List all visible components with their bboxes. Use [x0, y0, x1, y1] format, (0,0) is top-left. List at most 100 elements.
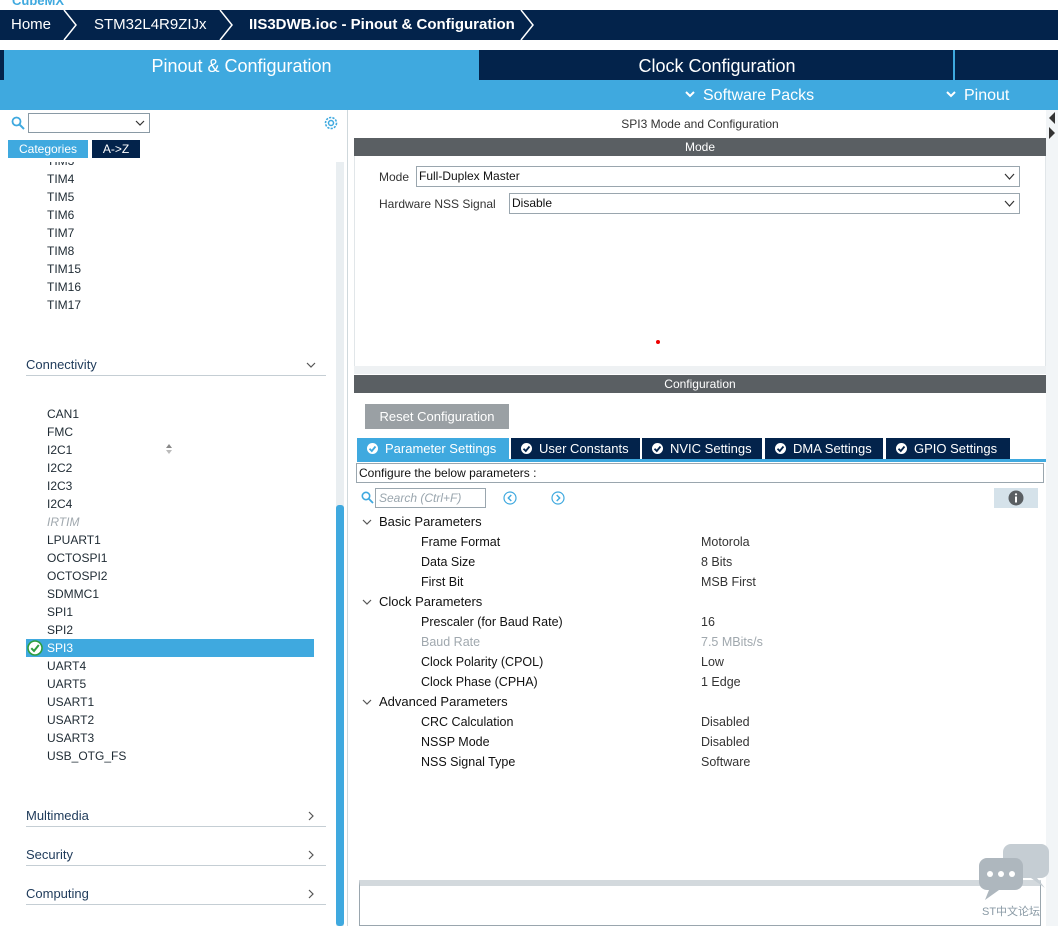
parameter-tree: Basic Parameters Frame Format Motorola D… [354, 512, 1046, 812]
tree-item-tim7[interactable]: TIM7 [47, 224, 74, 242]
tab-a-to-z[interactable]: A->Z [92, 140, 140, 158]
tree-item-sdmmc1[interactable]: SDMMC1 [47, 585, 99, 603]
group-connectivity[interactable]: Connectivity [26, 354, 326, 376]
chevron-down-icon[interactable] [362, 517, 372, 527]
param-name: NSSP Mode [421, 735, 490, 749]
check-circle-icon [521, 443, 532, 454]
chevron-down-icon [306, 362, 316, 368]
mode-area: Mode Full-Duplex Master Hardware NSS Sig… [354, 156, 1046, 366]
tab-gpio-settings[interactable]: GPIO Settings [886, 438, 1010, 459]
breadcrumb-mcu[interactable]: STM32L4R9ZIJx [94, 10, 207, 40]
param-name: NSS Signal Type [421, 755, 516, 769]
tree-scrollbar-thumb[interactable] [336, 505, 344, 926]
tree-item-fmc[interactable]: FMC [47, 423, 73, 441]
param-group-advanced[interactable]: Advanced Parameters [379, 692, 508, 712]
param-group-clock[interactable]: Clock Parameters [379, 592, 482, 612]
breadcrumb-project[interactable]: IIS3DWB.ioc - Pinout & Configuration [249, 10, 515, 40]
tab-dma-settings[interactable]: DMA Settings [765, 438, 883, 459]
param-value[interactable]: 16 [701, 612, 715, 632]
description-box [359, 880, 1041, 926]
param-value[interactable]: Software [701, 752, 750, 772]
param-value[interactable]: MSB First [701, 572, 756, 592]
next-match-icon[interactable] [551, 491, 565, 505]
chevron-left-icon[interactable] [1048, 112, 1056, 124]
tree-item-tim16[interactable]: TIM16 [47, 278, 81, 296]
chevron-down-icon [1004, 200, 1015, 207]
tree-item-tim17[interactable]: TIM17 [47, 296, 81, 314]
tab-user-constants[interactable]: User Constants [511, 438, 640, 459]
group-multimedia[interactable]: Multimedia [26, 805, 326, 827]
tree-item-usart3[interactable]: USART3 [47, 729, 94, 747]
group-computing[interactable]: Computing [26, 883, 326, 905]
left-panel: Categories A->Z TIM3 TIM4TIM5TIM6TIM7TIM… [4, 110, 348, 926]
tree-item-partial[interactable]: TIM3 [47, 162, 74, 170]
tab-categories[interactable]: Categories [8, 140, 88, 158]
reset-configuration-button[interactable]: Reset Configuration [365, 404, 509, 429]
param-value[interactable]: Low [701, 652, 724, 672]
tree-item-usart1[interactable]: USART1 [47, 693, 94, 711]
param-value[interactable]: Disabled [701, 712, 750, 732]
forum-watermark-text: ST中文论坛 [982, 906, 1041, 918]
param-name: Frame Format [421, 535, 501, 549]
mode-section-header: Mode [354, 138, 1046, 156]
gear-icon[interactable] [322, 114, 340, 132]
param-name: Clock Polarity (CPOL) [421, 655, 544, 669]
tree-item-uart4[interactable]: UART4 [47, 657, 86, 675]
nss-select[interactable]: Disable [509, 193, 1020, 214]
chevron-down-icon[interactable] [362, 597, 372, 607]
tree-item-usart2[interactable]: USART2 [47, 711, 94, 729]
tree-item-spi3[interactable]: SPI3 [26, 639, 314, 657]
breadcrumb-home[interactable]: Home [11, 10, 51, 40]
tree-item-i2c2[interactable]: I2C2 [47, 459, 72, 477]
tree-item-tim8[interactable]: TIM8 [47, 242, 74, 260]
tree-item-i2c1[interactable]: I2C1 [47, 441, 72, 459]
param-value: 7.5 MBits/s [701, 635, 763, 649]
nss-select-value: Disable [512, 196, 553, 210]
tree-item-octospi2[interactable]: OCTOSPI2 [47, 567, 107, 585]
tree-item-tim15[interactable]: TIM15 [47, 260, 81, 278]
category-search-row [4, 110, 348, 138]
tree-item-tim5[interactable]: TIM5 [47, 188, 74, 206]
tab-nvic-settings-label: NVIC Settings [670, 441, 752, 456]
mode-select-value: Full-Duplex Master [419, 169, 520, 183]
tree-item-spi2[interactable]: SPI2 [47, 621, 73, 639]
param-value[interactable]: 1 Edge [701, 672, 741, 692]
param-value[interactable]: 8 Bits [701, 552, 732, 572]
chevron-down-icon[interactable] [362, 697, 372, 707]
parameter-search-input[interactable]: Search (Ctrl+F) [375, 488, 486, 508]
param-group-basic[interactable]: Basic Parameters [379, 512, 482, 532]
tree-item-lpuart1[interactable]: LPUART1 [47, 531, 101, 549]
group-security[interactable]: Security [26, 844, 326, 866]
param-value[interactable]: Motorola [701, 532, 750, 552]
tree-item-tim6[interactable]: TIM6 [47, 206, 74, 224]
pinout-menu[interactable]: Pinout [946, 80, 1009, 110]
chevron-right-icon[interactable] [1048, 127, 1056, 139]
category-search-combo[interactable] [28, 113, 150, 133]
tree-item-i2c3[interactable]: I2C3 [47, 477, 72, 495]
tree-item-i2c4[interactable]: I2C4 [47, 495, 72, 513]
software-packs-menu[interactable]: Software Packs [685, 80, 814, 110]
tree-item-usb-otg-fs[interactable]: USB_OTG_FS [47, 747, 126, 765]
param-value[interactable]: Disabled [701, 732, 750, 752]
tree-item-uart5[interactable]: UART5 [47, 675, 86, 693]
sort-icon[interactable] [164, 443, 174, 455]
tree-item-spi1[interactable]: SPI1 [47, 603, 73, 621]
indicator-dot [656, 340, 660, 344]
chevron-right-icon [308, 850, 314, 860]
tab-parameter-settings[interactable]: Parameter Settings [357, 438, 509, 459]
chevron-down-icon [946, 91, 956, 98]
tree-item-tim4[interactable]: TIM4 [47, 170, 74, 188]
info-button[interactable] [994, 488, 1038, 508]
mode-select[interactable]: Full-Duplex Master [416, 166, 1020, 187]
previous-match-icon[interactable] [503, 491, 517, 505]
config-tab-underline [357, 459, 1046, 462]
tab-pinout-configuration[interactable]: Pinout & Configuration [4, 50, 479, 80]
tree-item-label: SPI3 [47, 641, 74, 655]
tab-nvic-settings[interactable]: NVIC Settings [642, 438, 762, 459]
param-name: Data Size [421, 555, 476, 569]
tree-item-octospi1[interactable]: OCTOSPI1 [47, 549, 107, 567]
tree-item-can1[interactable]: CAN1 [47, 405, 79, 423]
tab-clock-configuration[interactable]: Clock Configuration [481, 50, 953, 80]
breadcrumb: Home STM32L4R9ZIJx IIS3DWB.ioc - Pinout … [0, 10, 1058, 40]
tab-project-manager[interactable] [955, 50, 1058, 80]
